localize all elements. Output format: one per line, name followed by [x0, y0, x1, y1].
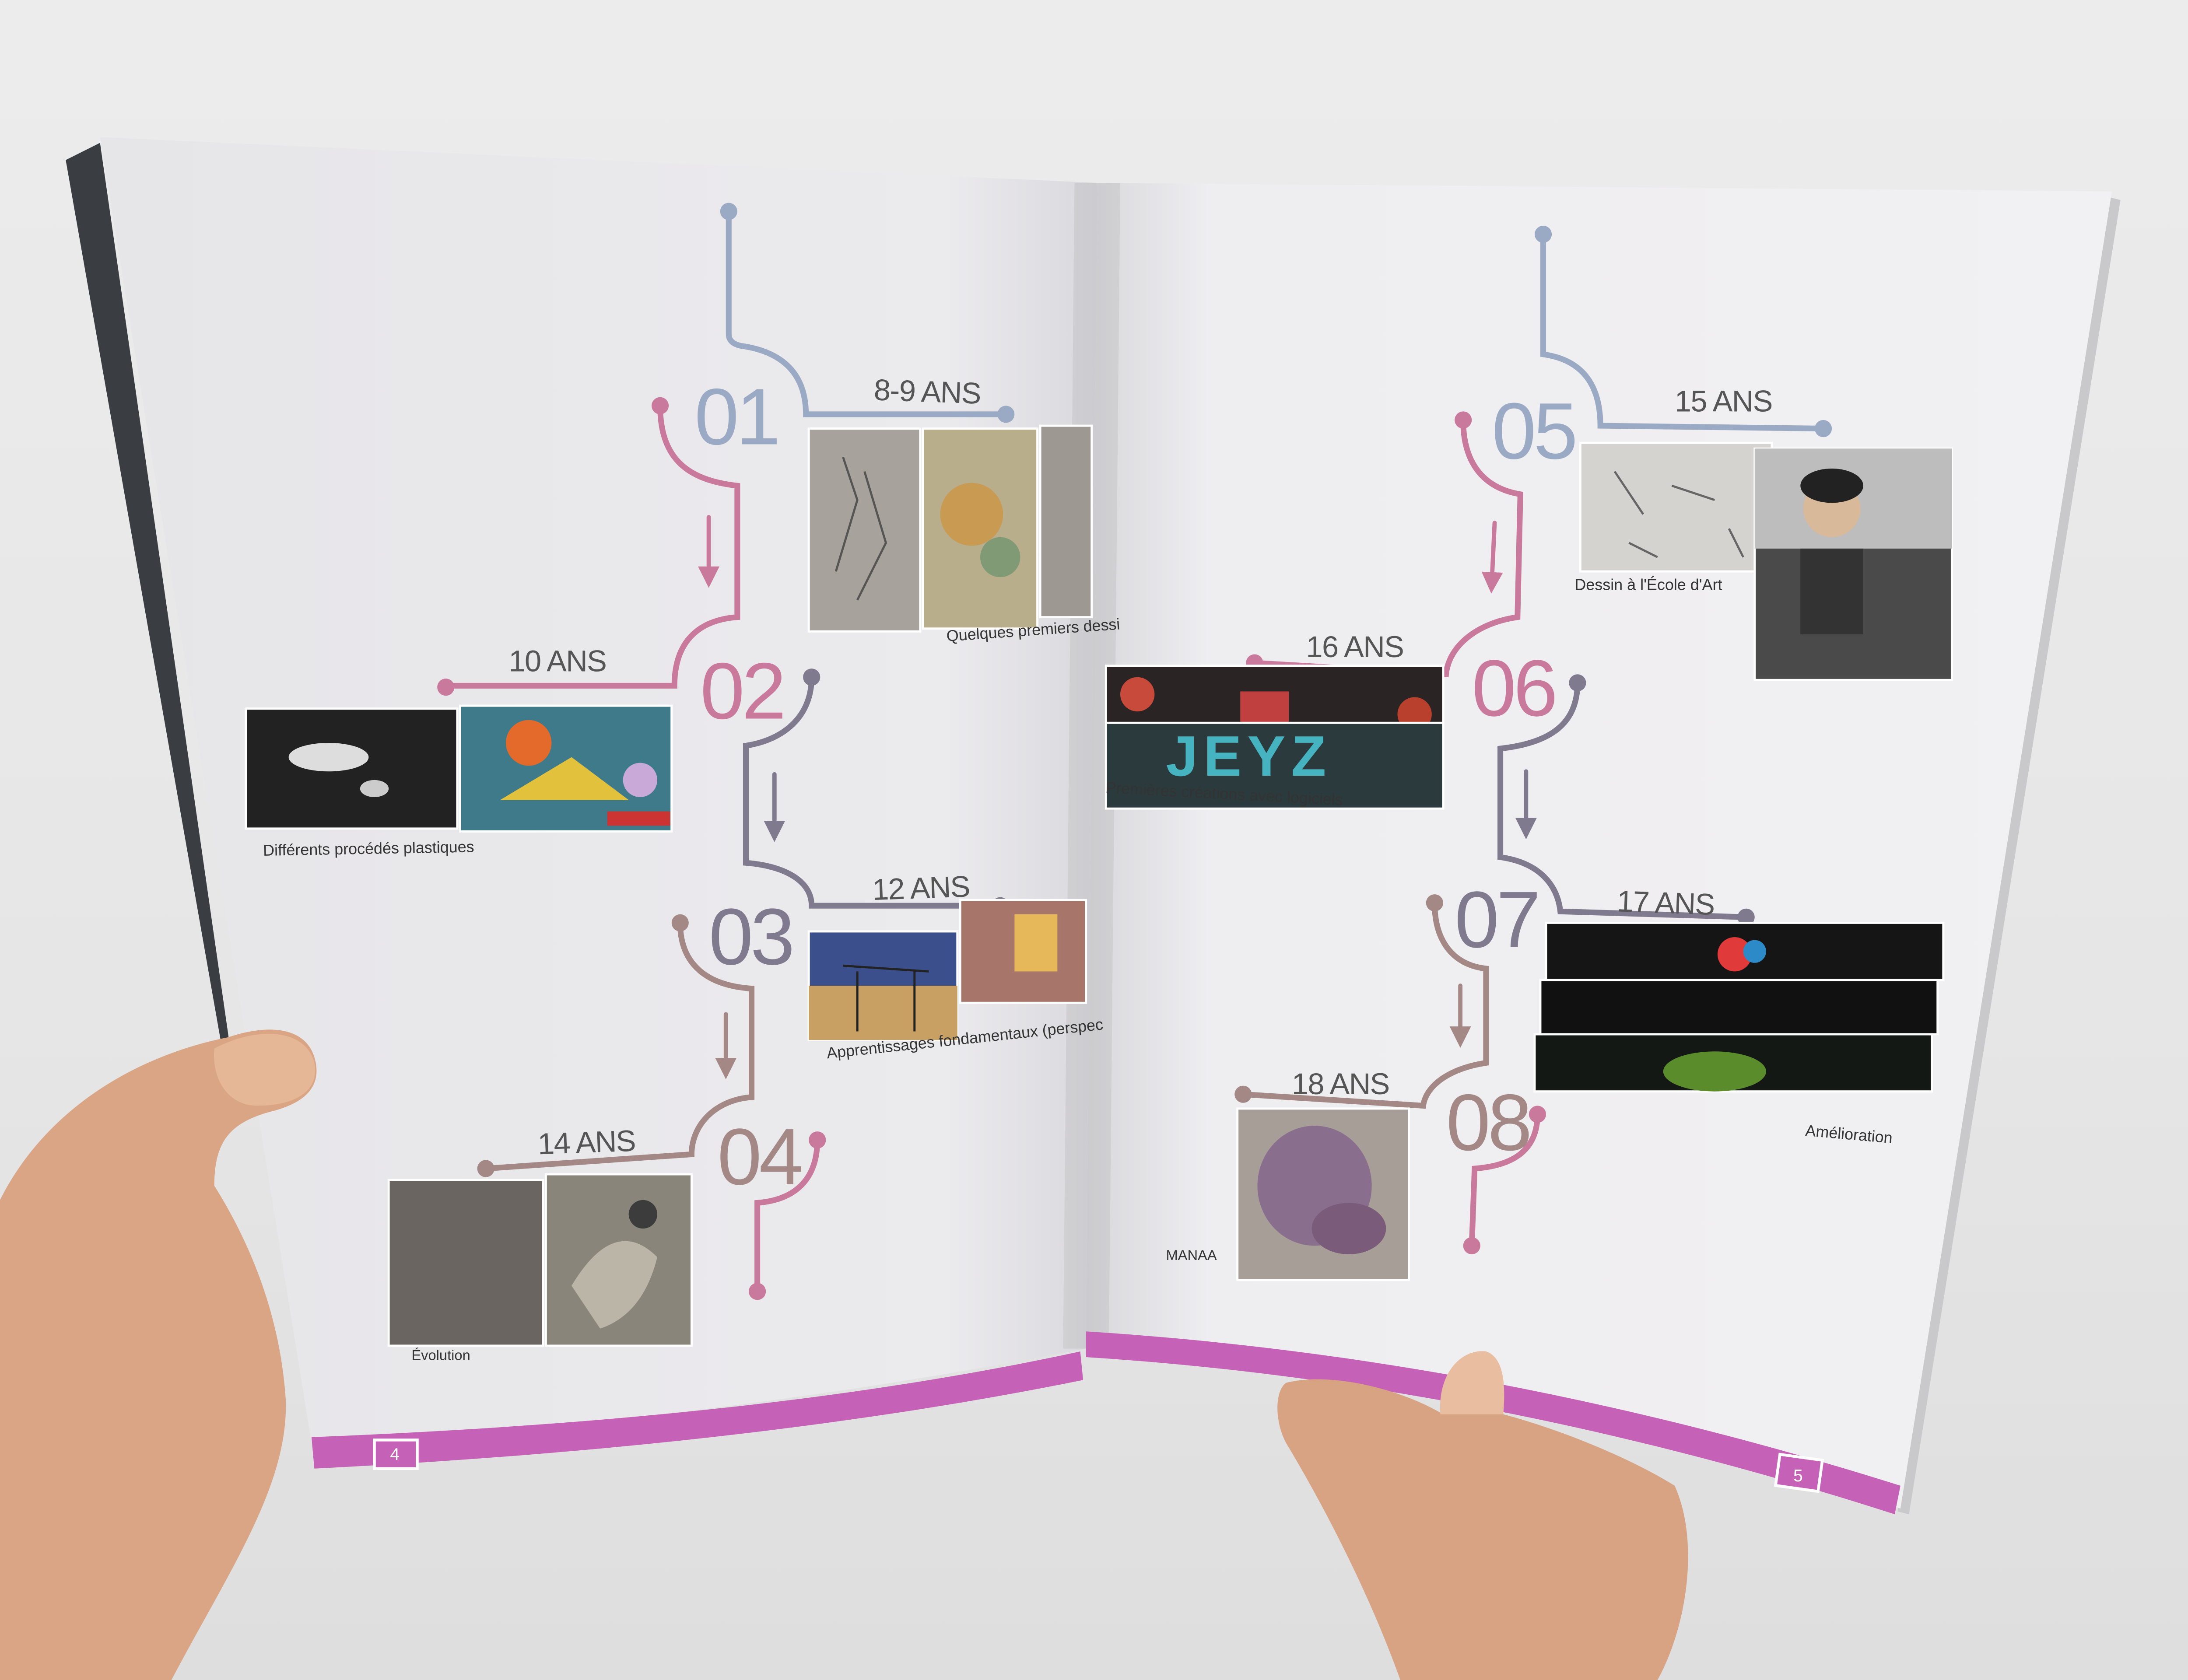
photo-scene: 01 8-9 ANS Quelques premiers dessi 02 10… — [0, 0, 2188, 1680]
right-page — [1086, 182, 2112, 1509]
photos-07 — [1533, 921, 1945, 1093]
milestone-03-number: 03 — [708, 891, 795, 982]
milestone-02-number: 02 — [700, 645, 786, 736]
milestone-08-caption: MANAA — [1166, 1248, 1217, 1264]
left-page-number: 4 — [390, 1444, 400, 1464]
booklet-drawing — [0, 137, 2121, 1680]
milestone-03-age: 12 ANS — [871, 871, 971, 907]
milestone-01-age: 8-9 ANS — [873, 374, 982, 411]
milestone-04-age: 14 ANS — [537, 1125, 636, 1162]
milestone-04-number: 04 — [717, 1111, 803, 1202]
milestone-06-age: 16 ANS — [1306, 631, 1404, 665]
milestone-01-number: 01 — [694, 371, 781, 462]
milestone-05-caption: Dessin à l'École d'Art — [1574, 577, 1722, 595]
right-page-number: 5 — [1793, 1466, 1803, 1486]
milestone-05-age: 15 ANS — [1674, 385, 1773, 419]
jeyz-banner-text: JEYZ — [1166, 725, 1332, 789]
photos-08 — [1236, 1107, 1410, 1281]
milestone-04-caption: Évolution — [411, 1348, 470, 1365]
booklet-stage: 01 8-9 ANS Quelques premiers dessi 02 10… — [0, 0, 2188, 1680]
milestone-08-number: 08 — [1446, 1077, 1532, 1167]
photos-04 — [387, 1173, 693, 1347]
milestone-02-age: 10 ANS — [508, 645, 607, 679]
milestone-06-number: 06 — [1472, 643, 1558, 733]
photos-01 — [807, 424, 1093, 633]
milestone-08-age: 18 ANS — [1291, 1068, 1390, 1102]
milestone-05-number: 05 — [1491, 385, 1578, 476]
milestone-07-age: 17 ANS — [1616, 886, 1715, 922]
milestone-07-number: 07 — [1455, 874, 1541, 965]
